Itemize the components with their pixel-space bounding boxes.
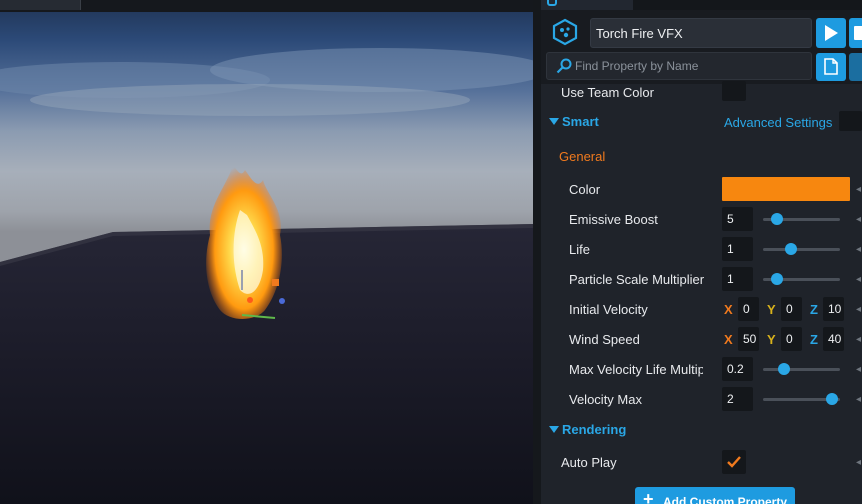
section-title: Smart [562, 114, 599, 129]
reset-icon[interactable]: ◂ [856, 334, 862, 344]
prop-auto-play: Auto Play ◂ [541, 447, 862, 477]
prop-label: Auto Play [561, 455, 617, 470]
reset-icon[interactable]: ◂ [856, 304, 862, 314]
prop-life: Life 1 ◂ [541, 234, 862, 264]
prop-initial-velocity: Initial Velocity X 0 Y 0 Z 10 ◂ [541, 294, 862, 324]
document-icon [824, 58, 838, 75]
max-velocity-life-input[interactable]: 0.2 [722, 357, 753, 381]
section-rendering[interactable]: Rendering [541, 415, 862, 445]
prop-color: Color ◂ [541, 174, 862, 204]
tab-properties[interactable] [541, 0, 633, 10]
prop-label: Color [569, 182, 601, 197]
prop-label: Wind Speed [569, 332, 640, 347]
stop-preview-button[interactable] [849, 18, 862, 48]
object-name-field[interactable]: Torch Fire VFX [590, 18, 812, 48]
particle-scale-input[interactable]: 1 [722, 267, 753, 291]
axis-x-label: X [724, 302, 733, 317]
life-slider-knob[interactable] [784, 243, 797, 255]
chevron-down-icon [549, 426, 559, 433]
play-preview-button[interactable] [816, 18, 846, 48]
emissive-boost-slider-knob[interactable] [770, 213, 783, 225]
fire-vfx[interactable] [185, 150, 305, 330]
prop-label: Initial Velocity [569, 302, 648, 317]
prop-label: Life [569, 242, 590, 257]
velocity-max-slider-knob[interactable] [826, 393, 839, 405]
axis-z-label: Z [810, 332, 818, 347]
prop-label: Particle Scale Multiplier [569, 272, 705, 287]
wind-speed-x-input[interactable]: 50 [738, 327, 759, 351]
life-input[interactable]: 1 [722, 237, 753, 261]
chevron-down-icon [549, 118, 559, 125]
axis-z-label: Z [810, 302, 818, 317]
section-title: Rendering [562, 422, 627, 437]
prop-label: Use Team Color [561, 85, 654, 100]
prop-wind-speed: Wind Speed X 50 Y 0 Z 40 ◂ [541, 324, 862, 354]
life-slider[interactable] [763, 248, 840, 251]
reset-icon[interactable]: ◂ [856, 457, 862, 467]
velocity-max-input[interactable]: 2 [722, 387, 753, 411]
prop-velocity-max: Velocity Max 2 ◂ [541, 384, 862, 414]
particle-scale-slider-knob[interactable] [770, 273, 783, 285]
add-custom-property-button[interactable]: + Add Custom Property [635, 487, 795, 504]
wind-speed-z-input[interactable]: 40 [823, 327, 844, 351]
reset-icon[interactable]: ◂ [856, 274, 862, 284]
reset-icon[interactable]: ◂ [856, 184, 862, 194]
checkmark-icon [727, 456, 741, 468]
search-input[interactable] [575, 56, 805, 76]
section-smart[interactable]: Smart Advanced Settings [541, 107, 862, 137]
properties-panel: Torch Fire VFX Use Team Color Smart Ad [533, 0, 862, 504]
subsection-general: General [559, 149, 606, 164]
initial-velocity-x-input[interactable]: 0 [738, 297, 759, 321]
initial-velocity-y-input[interactable]: 0 [781, 297, 802, 321]
prop-use-team-color: Use Team Color [541, 77, 862, 107]
reset-icon[interactable]: ◂ [856, 214, 862, 224]
prop-emissive-boost: Emissive Boost 5 ◂ [541, 204, 862, 234]
max-velocity-life-slider[interactable] [763, 368, 840, 371]
prop-max-velocity-life: Max Velocity Life Multip 0.2 ◂ [541, 354, 862, 384]
prop-label: Emissive Boost [569, 212, 658, 227]
stop-icon [854, 26, 862, 40]
axis-y-label: Y [767, 332, 776, 347]
max-velocity-life-slider-knob[interactable] [777, 363, 790, 375]
wind-speed-y-input[interactable]: 0 [781, 327, 802, 351]
color-swatch[interactable] [722, 177, 850, 201]
advanced-settings-checkbox[interactable] [839, 111, 862, 131]
search-icon [556, 58, 572, 74]
plus-icon: + [643, 489, 654, 504]
add-custom-property-label: Add Custom Property [663, 495, 788, 504]
use-team-color-checkbox[interactable] [722, 81, 746, 101]
initial-velocity-z-input[interactable]: 10 [823, 297, 844, 321]
panel-tab-strip [541, 0, 862, 10]
vfx-hexagon-icon [552, 18, 578, 46]
panel-header: Torch Fire VFX [541, 0, 862, 84]
3d-viewport[interactable] [0, 0, 533, 504]
emissive-boost-input[interactable]: 5 [722, 207, 753, 231]
axis-y-label: Y [767, 302, 776, 317]
properties-tab-icon [547, 0, 557, 6]
prop-particle-scale: Particle Scale Multiplier 1 ◂ [541, 264, 862, 294]
prop-label: Velocity Max [569, 392, 642, 407]
reset-icon[interactable]: ◂ [856, 364, 862, 374]
prop-label: Max Velocity Life Multip [569, 362, 703, 377]
advanced-settings-link[interactable]: Advanced Settings [724, 115, 832, 130]
property-search[interactable] [546, 52, 812, 80]
reset-icon[interactable]: ◂ [856, 394, 862, 404]
reset-icon[interactable]: ◂ [856, 244, 862, 254]
auto-play-checkbox[interactable] [722, 450, 746, 474]
play-icon [825, 25, 838, 41]
axis-x-label: X [724, 332, 733, 347]
